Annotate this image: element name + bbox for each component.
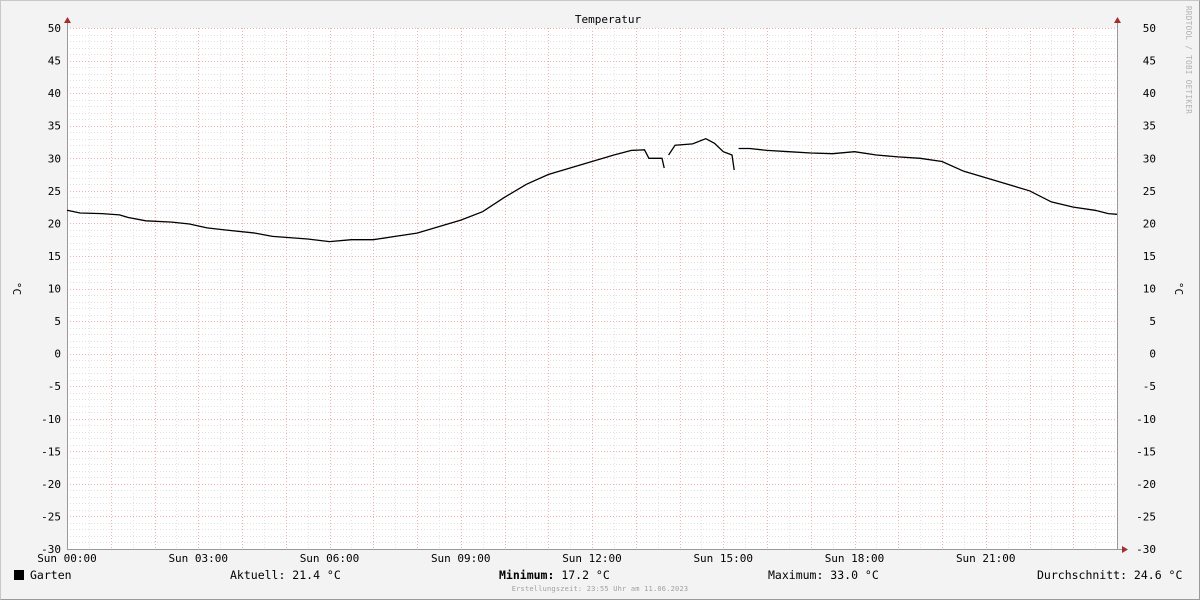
stat-aktuell: Aktuell: 21.4 °C <box>230 568 341 582</box>
y-tick-label-right: 0 <box>1149 348 1156 361</box>
x-tick-label: Sun 00:00 <box>37 552 97 565</box>
rrdtool-watermark: RRDTOOL / TOBI OETIKER <box>1184 6 1193 115</box>
y-tick-label-right: 10 <box>1143 283 1156 296</box>
y-tick-label-right: 15 <box>1143 250 1156 263</box>
y-tick-label-right: -15 <box>1136 445 1156 458</box>
y-tick-label-left: 40 <box>48 87 61 100</box>
y-tick-label-left: -20 <box>41 478 61 491</box>
y-tick-label-left: -25 <box>41 510 61 523</box>
x-tick-label: Sun 03:00 <box>168 552 228 565</box>
x-tick-label: Sun 21:00 <box>956 552 1016 565</box>
stat-durchschnitt: Durchschnitt: 24.6 °C <box>1037 568 1183 582</box>
y-tick-label-left: 15 <box>48 250 61 263</box>
y-tick-label-right: -25 <box>1136 510 1156 523</box>
x-tick-label: Sun 12:00 <box>562 552 622 565</box>
y-tick-label-right: 25 <box>1143 185 1156 198</box>
y-axis-arrow-right <box>1114 17 1121 23</box>
x-tick-label: Sun 15:00 <box>693 552 753 565</box>
legend-entry-garten: Garten <box>14 568 72 584</box>
y-tick-label-right: -10 <box>1136 413 1156 426</box>
y-tick-label-right: 50 <box>1143 22 1156 35</box>
y-tick-label-left: 30 <box>48 152 61 165</box>
y-tick-label-left: -15 <box>41 445 61 458</box>
creation-time-footer: Erstellungszeit: 23:55 Uhr am 11.06.2023 <box>511 585 689 593</box>
y-tick-label-left: 10 <box>48 283 61 296</box>
y-tick-label-right: 35 <box>1143 120 1156 133</box>
y-axis-label-right: °C <box>1172 282 1185 295</box>
y-tick-label-right: 20 <box>1143 217 1156 230</box>
x-tick-label: Sun 06:00 <box>300 552 360 565</box>
y-tick-label-right: 30 <box>1143 152 1156 165</box>
y-axis-arrow-left <box>64 17 71 23</box>
y-tick-label-left: 45 <box>48 55 61 68</box>
y-tick-label-left: 50 <box>48 22 61 35</box>
stat-minimum-value: 17.2 °C <box>554 568 610 582</box>
y-tick-label-left: -5 <box>48 380 61 393</box>
legend-label: Garten <box>30 568 72 582</box>
y-tick-label-right: 45 <box>1143 55 1156 68</box>
y-tick-label-right: 40 <box>1143 87 1156 100</box>
y-tick-label-left: -10 <box>41 413 61 426</box>
y-axis-label-left: °C <box>10 282 23 295</box>
legend-swatch <box>14 570 24 580</box>
y-tick-label-left: 20 <box>48 217 61 230</box>
x-tick-label: Sun 18:00 <box>825 552 885 565</box>
y-tick-label-right: -5 <box>1143 380 1156 393</box>
y-tick-label-right: 5 <box>1149 315 1156 328</box>
stat-maximum: Maximum: 33.0 °C <box>768 568 879 582</box>
stat-minimum-label: Minimum: <box>499 568 555 582</box>
x-axis-arrow <box>1122 546 1128 553</box>
y-tick-label-left: 5 <box>54 315 61 328</box>
y-tick-label-left: 35 <box>48 120 61 133</box>
y-tick-label-right: -30 <box>1136 543 1156 556</box>
y-tick-label-left: 0 <box>54 348 61 361</box>
chart-title: Temperatur <box>575 13 642 26</box>
x-tick-label: Sun 09:00 <box>431 552 491 565</box>
y-tick-label-right: -20 <box>1136 478 1156 491</box>
stat-minimum: Minimum: 17.2 °C <box>499 568 610 584</box>
y-tick-label-left: 25 <box>48 185 61 198</box>
temperature-chart: 50 5045 4540 4035 3530 3025 2520 2015 1510 105 50 0… <box>10 13 1185 565</box>
